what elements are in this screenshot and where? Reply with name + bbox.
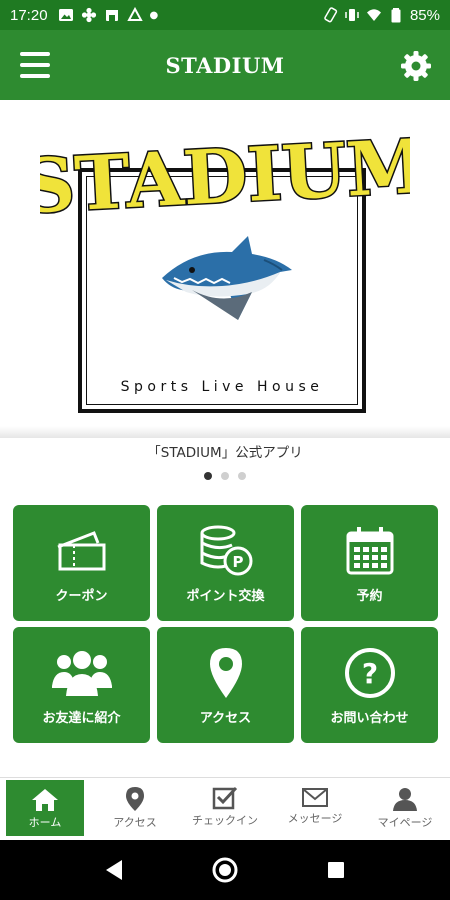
question-icon: ?: [344, 648, 395, 698]
coin-stack-icon: P: [200, 525, 252, 576]
carousel-dot[interactable]: [204, 472, 212, 480]
map-pin-icon: [209, 648, 242, 698]
refer-friend-button[interactable]: お友達に紹介: [13, 627, 150, 743]
system-icons: 85%: [322, 7, 440, 24]
store-icon: [105, 10, 118, 21]
banner-caption: 「STADIUM」公式アプリ: [147, 445, 303, 461]
envelope-icon: [302, 788, 328, 807]
vibrate-icon: [345, 9, 359, 21]
nav-label: マイページ: [377, 816, 433, 829]
dot-icon: ●: [149, 9, 159, 21]
access-button[interactable]: アクセス: [157, 627, 294, 743]
nav-label: ホーム: [28, 816, 62, 829]
contact-button[interactable]: ? お問い合わせ: [301, 627, 438, 743]
carousel-dots: [0, 472, 450, 480]
tile-label: お友達に紹介: [42, 711, 121, 726]
back-icon[interactable]: [104, 859, 124, 881]
calendar-icon: [346, 527, 393, 575]
menu-button[interactable]: [20, 52, 50, 78]
flower-icon: [81, 7, 96, 23]
point-exchange-button[interactable]: P ポイント交換: [157, 505, 294, 621]
system-nav-bar: [0, 840, 450, 900]
checkbox-icon: [212, 786, 238, 810]
stadium-logo-text: STADIUM: [40, 122, 410, 230]
nav-label: チェックイン: [192, 814, 258, 827]
banner-carousel[interactable]: Sports Live House STADIUM: [0, 100, 450, 438]
person-icon: [393, 788, 417, 811]
drive-icon: [126, 7, 143, 21]
map-pin-icon: [126, 787, 144, 811]
logo-subtitle: Sports Live House: [120, 379, 324, 395]
status-bar: 17:20 ● 85%: [0, 0, 450, 30]
nav-access[interactable]: アクセス: [90, 778, 180, 838]
tile-label: お問い合わせ: [330, 711, 409, 726]
wifi-icon: [366, 9, 381, 21]
nav-mypage[interactable]: マイページ: [360, 778, 450, 838]
nav-checkin[interactable]: チェックイン: [180, 778, 270, 838]
notification-icons: ●: [58, 7, 159, 23]
bottom-nav: ホーム アクセス チェックイン メッセージ マイページ: [0, 777, 450, 838]
app-title: STADIUM: [165, 52, 285, 78]
battery-icon: [391, 8, 401, 23]
gear-icon[interactable]: [400, 50, 432, 82]
coupon-button[interactable]: クーポン: [13, 505, 150, 621]
home-circle-icon[interactable]: [211, 856, 239, 884]
home-icon: [32, 789, 58, 811]
status-time: 17:20: [10, 6, 48, 24]
svg-text:?: ?: [361, 657, 377, 690]
nav-label: メッセージ: [287, 812, 343, 825]
shark-logo: [162, 236, 292, 320]
recents-icon[interactable]: [326, 860, 346, 880]
carousel-dot[interactable]: [238, 472, 246, 480]
image-icon: [58, 9, 73, 21]
nav-message[interactable]: メッセージ: [270, 778, 360, 838]
carousel-dot[interactable]: [221, 472, 229, 480]
nav-label: アクセス: [113, 816, 157, 829]
ticket-icon: [56, 531, 105, 571]
menu-icon: [20, 52, 50, 56]
nav-home[interactable]: ホーム: [6, 780, 84, 836]
rotate-icon: [324, 7, 338, 23]
tile-label: ポイント交換: [186, 589, 265, 604]
tile-label: アクセス: [199, 711, 252, 726]
svg-text:P: P: [232, 553, 243, 571]
group-icon: [51, 651, 112, 696]
tile-label: 予約: [356, 589, 383, 604]
app-bar: STADIUM: [0, 30, 450, 100]
tile-label: クーポン: [55, 589, 108, 604]
svg-text:STADIUM: STADIUM: [40, 123, 410, 230]
reservation-button[interactable]: 予約: [301, 505, 438, 621]
battery-percent: 85%: [409, 6, 440, 24]
